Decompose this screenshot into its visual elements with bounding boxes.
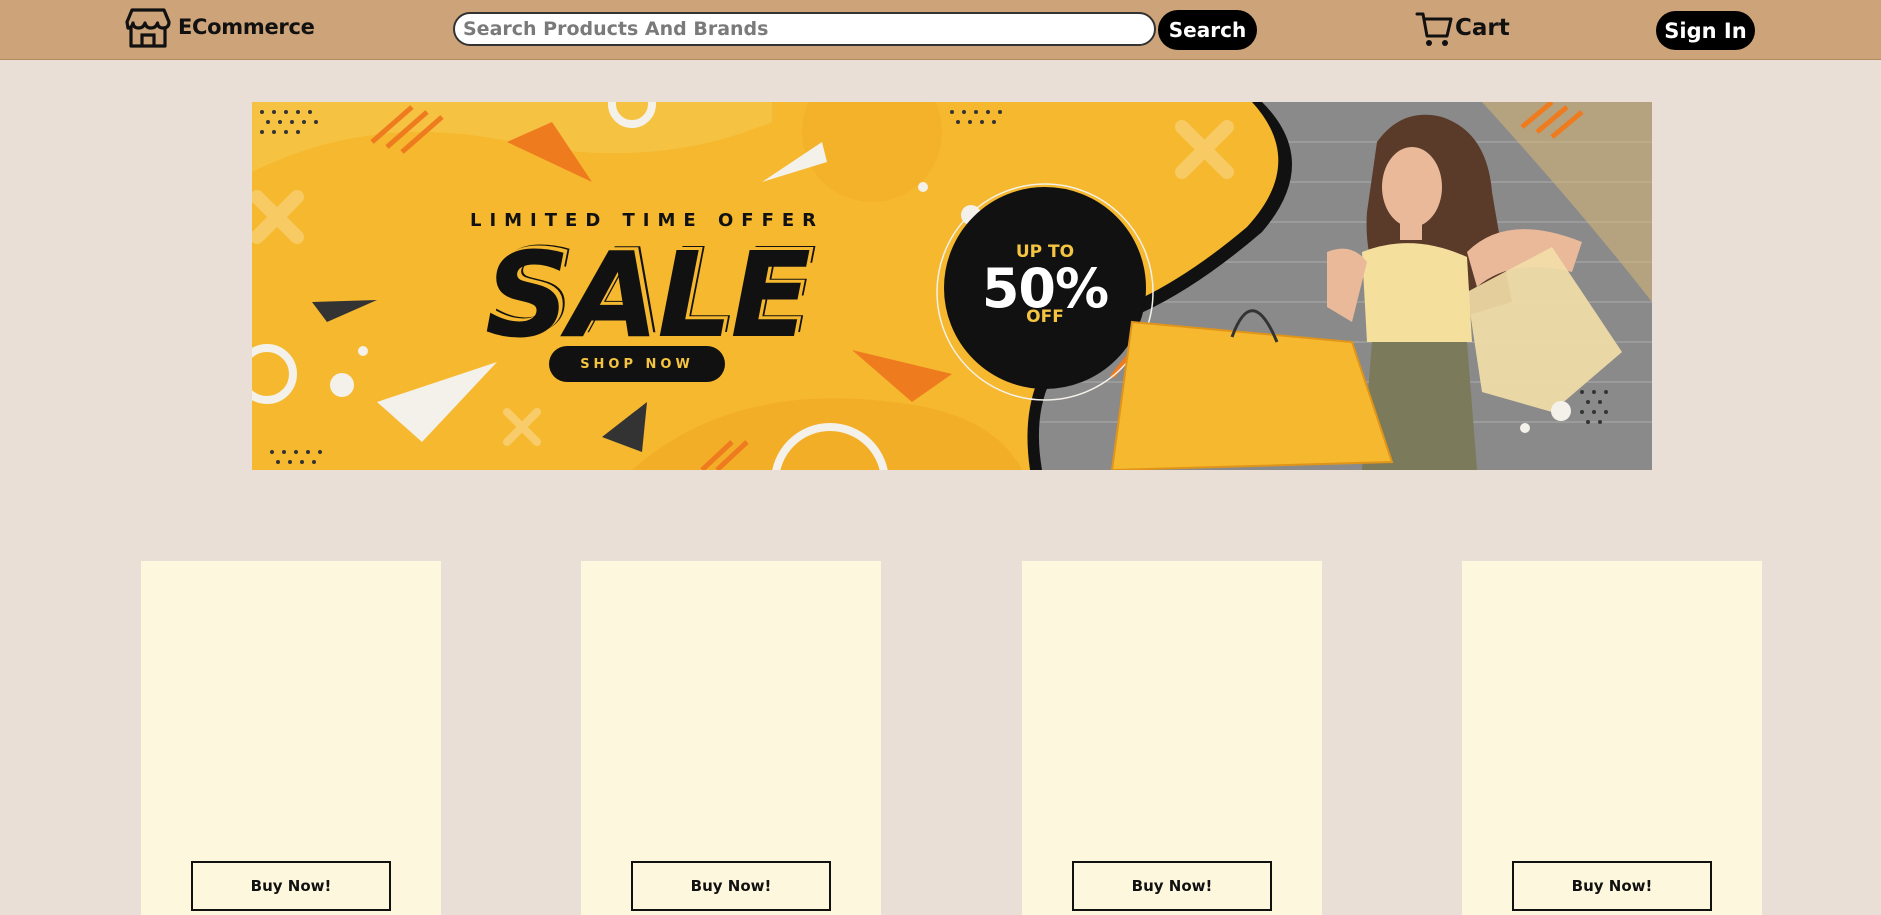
sale-banner[interactable]: LIMITED TIME OFFER SALE SHOP NOW UP TO 5… (252, 102, 1652, 470)
brand-logo[interactable]: ECommerce (124, 4, 315, 50)
buy-now-button[interactable]: Buy Now! (191, 861, 391, 911)
top-navbar: ECommerce Search Cart Sign In (0, 0, 1881, 60)
buy-now-button[interactable]: Buy Now! (631, 861, 831, 911)
buy-now-button[interactable]: Buy Now! (1072, 861, 1272, 911)
product-card: Buy Now! (581, 561, 881, 915)
sign-in-button[interactable]: Sign In (1656, 11, 1755, 50)
product-card: Buy Now! (1022, 561, 1322, 915)
search-button[interactable]: Search (1158, 10, 1257, 50)
product-card: Buy Now! (1462, 561, 1762, 915)
cart-link[interactable]: Cart (1415, 8, 1510, 48)
storefront-icon (125, 8, 171, 48)
brand-name: ECommerce (178, 15, 315, 39)
product-card: Buy Now! (141, 561, 441, 915)
shopping-cart-icon (1415, 12, 1453, 46)
promo-off: OFF (1026, 307, 1064, 327)
search-input[interactable] (453, 12, 1156, 46)
banner-headline: SALE (484, 226, 811, 364)
shop-now-button[interactable]: SHOP NOW (549, 346, 725, 382)
buy-now-button[interactable]: Buy Now! (1512, 861, 1712, 911)
cart-label: Cart (1455, 15, 1510, 41)
